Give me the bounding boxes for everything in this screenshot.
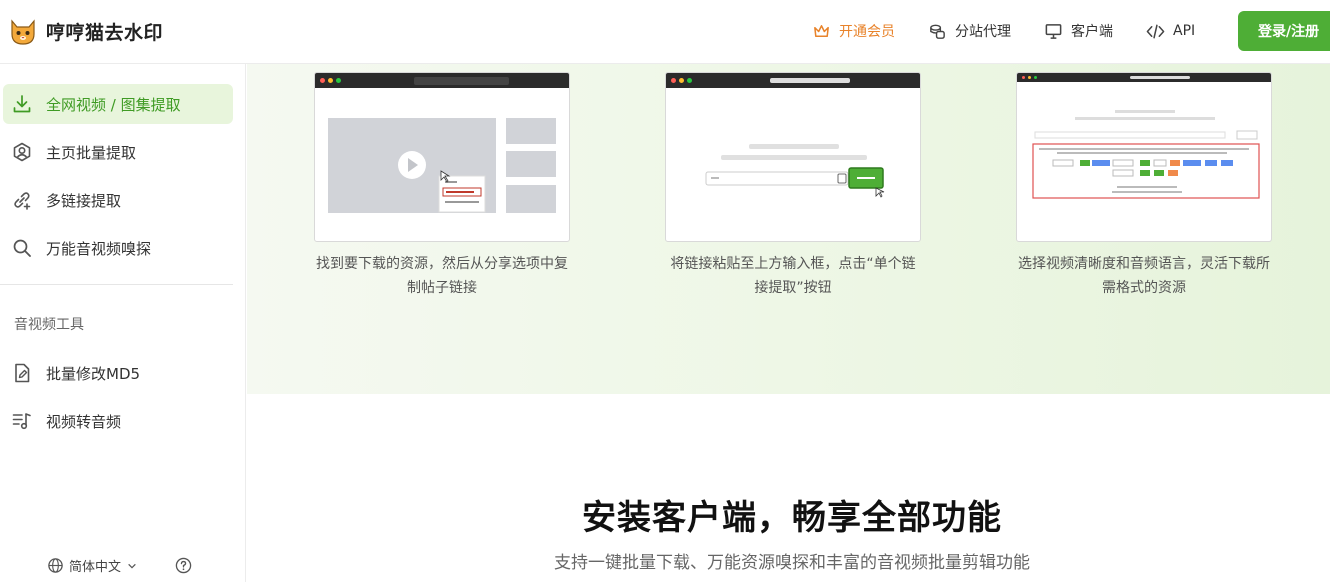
cat-logo-icon (11, 19, 35, 45)
step-1-caption: 找到要下载的资源，然后从分享选项中复制帖子链接 (316, 256, 568, 296)
sidebar-item-video-extract[interactable]: 全网视频 / 图集提取 (3, 84, 233, 124)
language-label: 简体中文 (69, 560, 122, 575)
api-label: API (1173, 23, 1196, 39)
step-1: 找到要下载的资源，然后从分享选项中复制帖子链接 (314, 72, 570, 300)
brand-name: 哼哼猫去水印 (46, 21, 164, 44)
vip-link[interactable]: 开通会员 (812, 21, 895, 41)
music-list-icon (12, 413, 31, 430)
sidebar-item-video-to-audio[interactable]: 视频转音频 (3, 401, 233, 441)
vip-label: 开通会员 (839, 24, 895, 40)
video-illustration (328, 118, 556, 213)
top-header: 哼哼猫去水印 开通会员 分站代理 客户端 API 登录/注册 (0, 0, 1330, 64)
client-link[interactable]: 客户端 (1044, 21, 1113, 41)
format-select-illustration (1032, 110, 1260, 199)
client-section-title: 安装客户端，畅享全部功能 (582, 498, 1002, 538)
sidebar-section-title: 音视频工具 (14, 317, 84, 333)
sidebar-item-label: 批量修改MD5 (46, 364, 141, 383)
chevron-down-icon (128, 563, 136, 569)
client-section-subtitle: 支持一键批量下载、万能资源嗅探和丰富的音视频批量剪辑功能 (554, 553, 1030, 573)
crown-icon (814, 24, 829, 37)
globe-icon (48, 558, 63, 573)
download-icon (13, 95, 31, 113)
top-nav: 开通会员 分站代理 客户端 API (812, 0, 1228, 62)
language-selector[interactable]: 简体中文 (47, 556, 142, 575)
sidebar-item-sniffer[interactable]: 万能音视频嗅探 (3, 228, 233, 268)
sidebar-divider (0, 284, 233, 285)
agent-label: 分站代理 (955, 24, 1011, 40)
monitor-icon (1045, 23, 1062, 39)
step-2-caption: 将链接粘贴至上方输入框，点击“单个链接提取”按钮 (670, 256, 916, 296)
file-edit-icon (15, 363, 30, 383)
help-icon[interactable] (175, 557, 192, 574)
sidebar-item-label: 视频转音频 (46, 412, 122, 431)
sidebar-item-label: 万能音视频嗅探 (46, 239, 152, 258)
sidebar-item-multi-link[interactable]: 多链接提取 (3, 180, 233, 220)
sidebar-item-label: 主页批量提取 (46, 143, 137, 162)
step-3: 选择视频清晰度和音频语言，灵活下载所需格式的资源 (1016, 72, 1272, 300)
sidebar-item-label: 多链接提取 (46, 191, 122, 210)
step-3-caption: 选择视频清晰度和音频语言，灵活下载所需格式的资源 (1018, 256, 1270, 296)
coins-icon (930, 24, 945, 39)
brand-logo[interactable]: 哼哼猫去水印 (8, 16, 163, 46)
step-3-screenshot (1016, 72, 1272, 242)
client-label: 客户端 (1071, 24, 1113, 40)
link-add-icon (14, 192, 31, 210)
step-1-screenshot (314, 72, 570, 242)
login-button[interactable]: 登录/注册 (1238, 11, 1330, 51)
search-icon (13, 239, 31, 257)
api-link[interactable]: API (1146, 22, 1195, 41)
sidebar-item-homepage-batch[interactable]: 主页批量提取 (3, 132, 233, 172)
sidebar-item-md5[interactable]: 批量修改MD5 (3, 353, 233, 393)
step-2-screenshot (665, 72, 921, 242)
paste-illustration (705, 144, 885, 198)
code-icon (1146, 24, 1165, 38)
steps-section: 找到要下载的资源，然后从分享选项中复制帖子链接 将链接粘贴至上方输入框，点击“单… (247, 64, 1330, 394)
user-circle-icon (13, 142, 31, 162)
step-2: 将链接粘贴至上方输入框，点击“单个链接提取”按钮 (665, 72, 921, 300)
sidebar: 全网视频 / 图集提取 主页批量提取 多链接提取 万能音视频嗅探 音视频工具 批… (0, 64, 246, 582)
sidebar-item-label: 全网视频 / 图集提取 (46, 95, 181, 114)
agent-link[interactable]: 分站代理 (928, 21, 1011, 41)
